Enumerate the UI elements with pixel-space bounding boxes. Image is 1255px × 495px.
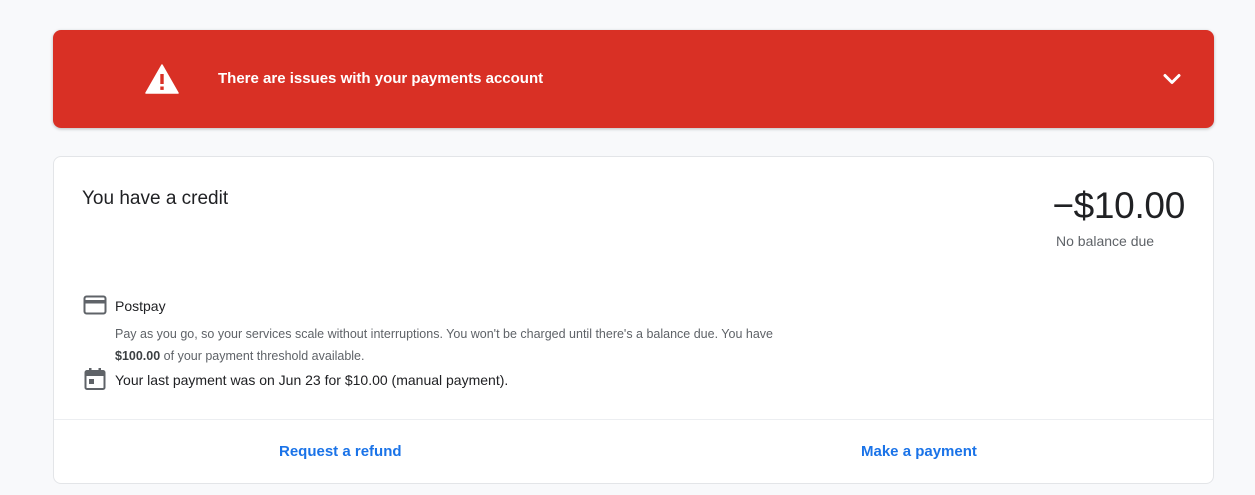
balance-status: No balance due xyxy=(1056,233,1155,249)
billing-summary-card: You have a credit −$10.00 No balance due… xyxy=(53,156,1214,484)
last-payment-info: Your last payment was on Jun 23 for $10.… xyxy=(115,372,509,388)
chevron-down-icon[interactable] xyxy=(1160,67,1184,91)
credit-title: You have a credit xyxy=(82,188,229,209)
request-refund-button[interactable]: Request a refund xyxy=(279,443,402,460)
threshold-amount: $100.00 xyxy=(115,349,161,363)
payments-issue-alert[interactable]: There are issues with your payments acco… xyxy=(53,30,1214,128)
card-divider xyxy=(54,419,1213,420)
calendar-icon xyxy=(84,368,106,390)
description-text: Pay as you go, so your services scale wi… xyxy=(115,327,773,341)
alert-message: There are issues with your payments acco… xyxy=(218,70,544,87)
balance-amount: −$10.00 xyxy=(1052,185,1185,226)
payment-type-label: Postpay xyxy=(115,298,166,314)
credit-card-icon xyxy=(83,295,107,315)
payment-type-description: Pay as you go, so your services scale wi… xyxy=(115,323,835,367)
warning-icon xyxy=(145,64,179,94)
description-text-end: of your payment threshold available. xyxy=(163,349,365,363)
make-payment-button[interactable]: Make a payment xyxy=(861,443,977,460)
